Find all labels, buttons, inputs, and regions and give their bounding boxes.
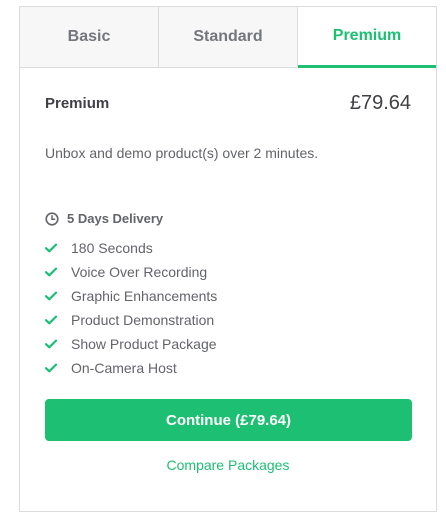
feature-label: Voice Over Recording [71, 264, 208, 280]
package-header: Premium £79.64 [45, 92, 411, 115]
feature-label: Graphic Enhancements [71, 288, 218, 304]
check-icon [45, 243, 57, 253]
feature-label: Show Product Package [71, 336, 217, 352]
package-body: Premium £79.64 Unbox and demo product(s)… [20, 92, 436, 473]
feature-label: 180 Seconds [71, 240, 153, 256]
feature-label: Product Demonstration [71, 312, 215, 328]
compare-packages-link[interactable]: Compare Packages [45, 457, 411, 473]
package-price: £79.64 [349, 92, 411, 114]
feature-item: Voice Over Recording [45, 260, 411, 284]
delivery-label: 5 Days Delivery [67, 211, 164, 226]
check-icon [45, 315, 57, 325]
check-icon [45, 291, 57, 301]
feature-item: Show Product Package [45, 332, 411, 356]
delivery-info: 5 Days Delivery [45, 211, 411, 226]
tab-basic[interactable]: Basic [20, 7, 159, 67]
tab-standard[interactable]: Standard [159, 7, 298, 67]
package-card: Basic Standard Premium Premium £79.64 Un… [19, 6, 437, 512]
feature-label: On-Camera Host [71, 360, 177, 376]
package-tabs: Basic Standard Premium [20, 7, 436, 68]
check-icon [45, 363, 57, 373]
feature-item: Graphic Enhancements [45, 284, 411, 308]
clock-icon [45, 211, 59, 226]
package-name: Premium [45, 95, 110, 112]
check-icon [45, 339, 57, 349]
feature-item: On-Camera Host [45, 356, 411, 380]
check-icon [45, 267, 57, 277]
package-description: Unbox and demo product(s) over 2 minutes… [45, 145, 319, 161]
feature-list: 180 Seconds Voice Over Recording Graphic… [45, 236, 411, 380]
feature-item: Product Demonstration [45, 308, 411, 332]
continue-button[interactable]: Continue (£79.64) [45, 399, 412, 441]
tab-premium[interactable]: Premium [298, 7, 436, 68]
feature-item: 180 Seconds [45, 236, 411, 260]
